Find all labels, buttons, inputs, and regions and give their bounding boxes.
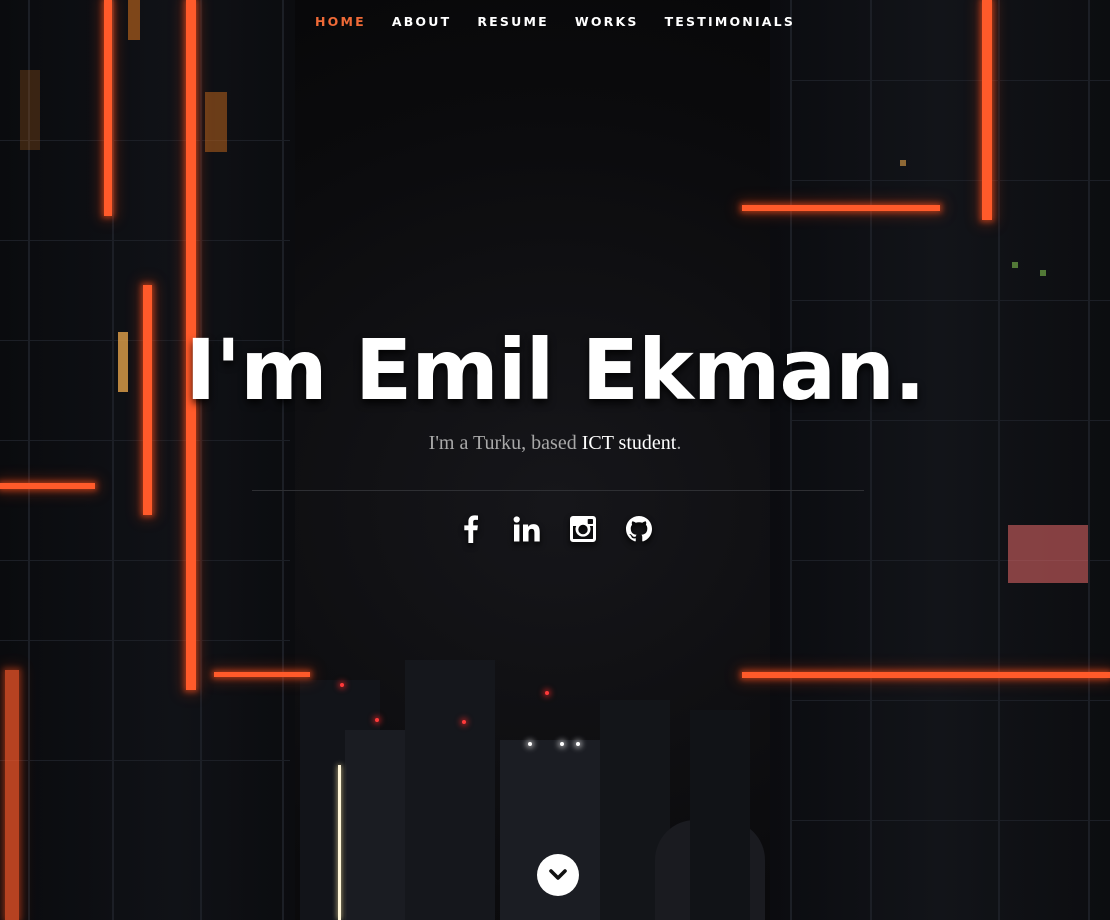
facebook-icon[interactable] — [455, 510, 487, 548]
scroll-down-button[interactable] — [537, 854, 579, 896]
hero: I'm Emil Ekman. I'm a Turku, based ICT s… — [0, 320, 1110, 543]
main-nav: HOME ABOUT RESUME WORKS TESTIMONIALS — [0, 0, 1110, 42]
tagline-prefix: I'm a Turku, based — [428, 432, 582, 454]
nav-resume[interactable]: RESUME — [464, 14, 562, 29]
tagline-highlight: ICT student — [581, 432, 677, 454]
hero-tagline: I'm a Turku, based ICT student. — [0, 432, 1110, 455]
nav-about[interactable]: ABOUT — [379, 14, 465, 29]
nav-testimonials[interactable]: TESTIMONIALS — [652, 14, 808, 29]
right-building — [770, 0, 1110, 920]
github-icon[interactable] — [623, 510, 655, 548]
tagline-suffix: . — [676, 432, 682, 454]
linkedin-icon[interactable] — [511, 510, 543, 548]
nav-home[interactable]: HOME — [302, 14, 379, 29]
hero-title: I'm Emil Ekman. — [185, 321, 926, 419]
hero-background — [0, 0, 1110, 920]
social-links — [0, 510, 1110, 548]
chevron-down-icon — [549, 869, 567, 880]
instagram-icon[interactable] — [567, 510, 599, 548]
hero-divider — [252, 490, 864, 491]
nav-works[interactable]: WORKS — [562, 14, 652, 29]
